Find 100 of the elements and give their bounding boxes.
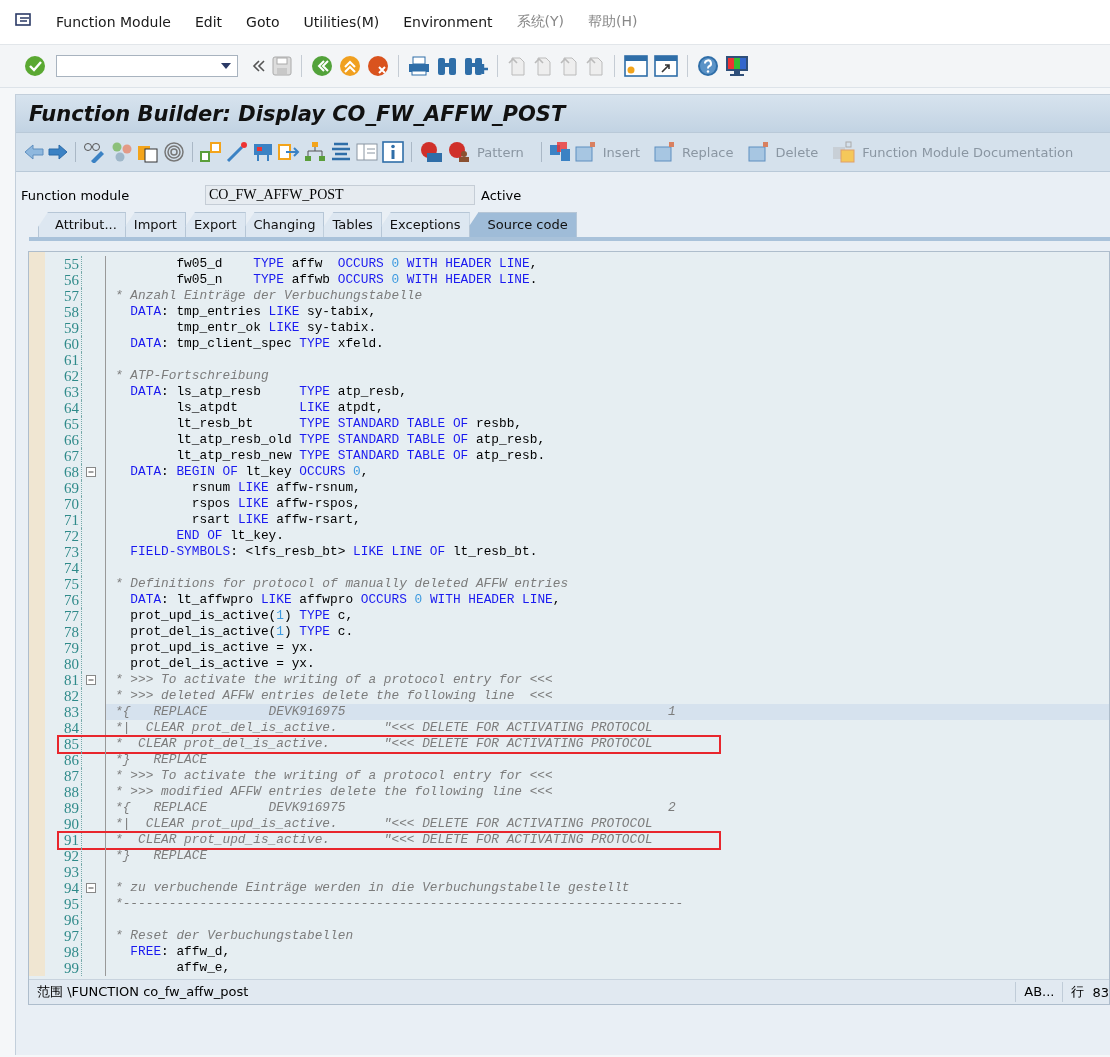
double-chevron-icon[interactable]	[252, 59, 266, 73]
tab[interactable]: Source code	[468, 212, 577, 237]
collapse-icon[interactable]	[86, 467, 96, 477]
code-line: prot_del_is_active(1) TYPE c.	[129, 624, 355, 640]
left-arrow-icon[interactable]	[24, 143, 44, 161]
line-number: 69	[45, 480, 82, 496]
code-line: DATA: tmp_client_spec TYPE xfeld.	[129, 336, 385, 352]
line-number: 60	[45, 336, 82, 352]
back-icon[interactable]	[311, 55, 333, 77]
line-number: 86	[45, 752, 82, 768]
tab[interactable]: Exceptions	[380, 212, 470, 237]
line-number: 79	[45, 640, 82, 656]
code-line: * >>> To activate the writing of a protocol entry for <<<	[114, 672, 554, 688]
code-line: prot_upd_is_active = yx.	[129, 640, 316, 656]
square-icon[interactable]	[654, 141, 677, 163]
field-label: Function module	[21, 187, 131, 203]
code-line: rspos LIKE affw-rspos,	[190, 496, 362, 512]
stack-icon[interactable]	[330, 141, 352, 163]
info-icon[interactable]	[382, 141, 404, 163]
line-number: 66	[45, 432, 82, 448]
code-line: FIELD-SYMBOLS: <lfs_resb_bt> LIKE LINE OF lt_resb_bt.	[129, 544, 539, 560]
status-text: Active	[481, 187, 522, 203]
tab[interactable]: Attribut...	[38, 212, 126, 237]
menu-item[interactable]: Environment	[391, 14, 505, 30]
line-number: 64	[45, 400, 82, 416]
line-number: 82	[45, 688, 82, 704]
tab[interactable]: Changing	[244, 212, 325, 237]
line-number: 59	[45, 320, 82, 336]
box-arrow-icon[interactable]	[278, 141, 300, 163]
line-number: 62	[45, 368, 82, 384]
tab[interactable]: Tables	[323, 212, 382, 237]
code-line: DATA: lt_affwpro LIKE affwpro OCCURS 0 WITH HEADER LINE,	[129, 592, 562, 608]
right-arrow-icon[interactable]	[48, 143, 68, 161]
line-number: 99	[45, 960, 82, 976]
line-number: 92	[45, 848, 82, 864]
line-number: 84	[45, 720, 82, 736]
line-number: 80	[45, 656, 82, 672]
line-number: 88	[45, 784, 82, 800]
check-icon[interactable]	[24, 55, 46, 77]
spiral-icon[interactable]	[163, 141, 185, 163]
dropdown-caret-icon[interactable]	[221, 63, 231, 69]
code-line: prot_del_is_active = yx.	[129, 656, 316, 672]
line-number: 83	[45, 704, 82, 720]
monitor-icon[interactable]	[725, 55, 749, 77]
code-line: * CLEAR prot_upd_is_active. "<<< DELETE FOR ACTIVATING PROTOCOL	[114, 832, 654, 848]
code-line: *-------------------------------------------------------------------------	[114, 896, 685, 912]
line-number: 57	[45, 288, 82, 304]
menu-item[interactable]: Utilities(M)	[291, 14, 392, 30]
collapse-icon[interactable]	[86, 675, 96, 685]
tab[interactable]: Export	[184, 212, 246, 237]
menu-item[interactable]: Goto	[234, 14, 292, 30]
line-number: 90	[45, 816, 82, 832]
line-number: 96	[45, 912, 82, 928]
binoculars-icon[interactable]	[436, 55, 458, 77]
code-line: FREE: affw_d,	[129, 944, 232, 960]
line-number: 70	[45, 496, 82, 512]
code-line: * zu verbuchende Einträge werden in die Verbuchungstabelle gestellt	[114, 880, 631, 896]
multi-square-icon[interactable]	[548, 141, 571, 163]
line-number: 89	[45, 800, 82, 816]
new-window-icon[interactable]	[624, 55, 648, 77]
line-number: 78	[45, 624, 82, 640]
line-number: 65	[45, 416, 82, 432]
printer-icon[interactable]	[408, 56, 430, 76]
line-number: 97	[45, 928, 82, 944]
line-number: 55	[45, 256, 82, 272]
code-line: rsnum LIKE affw-rsnum,	[190, 480, 362, 496]
save-icon[interactable]	[272, 56, 292, 76]
line-number: 56	[45, 272, 82, 288]
square-icon[interactable]	[574, 141, 597, 163]
code-line: ls_atpdt LIKE atpdt,	[175, 400, 385, 416]
line-number: 67	[45, 448, 82, 464]
collapse-icon[interactable]	[86, 883, 96, 893]
line-number: 71	[45, 512, 82, 528]
shortcut-icon[interactable]	[654, 55, 678, 77]
hierarchy-icon[interactable]	[304, 141, 326, 163]
glasses-pencil-icon[interactable]	[83, 141, 107, 163]
menu-item[interactable]: Function Module	[44, 14, 183, 30]
code-line: affw_e,	[175, 960, 232, 976]
command-field[interactable]	[56, 55, 238, 77]
code-line: *| CLEAR prot_del_is_active. "<<< DELETE FOR ACTIVATING PROTOCOL	[114, 720, 654, 736]
line-label: 行	[1062, 982, 1093, 1002]
tab[interactable]: Import	[124, 212, 186, 237]
code-line: *{ REPLACE DEVK916975 2	[114, 800, 677, 816]
line-number: 61	[45, 352, 82, 368]
menu-item[interactable]: Edit	[182, 14, 235, 30]
code-line: * ATP-Fortschreibung	[114, 368, 270, 384]
help-icon[interactable]	[697, 55, 719, 77]
line-number: 85	[45, 736, 82, 752]
wand-icon[interactable]	[226, 141, 248, 163]
line-number: 81	[45, 672, 82, 688]
binoculars-plus-icon[interactable]	[464, 55, 488, 77]
line-number: 72	[45, 528, 82, 544]
exit-icon[interactable]	[339, 55, 361, 77]
square-icon[interactable]	[747, 141, 770, 163]
function-module-field[interactable]: CO_FW_AFFW_POST	[205, 185, 475, 205]
blocks-icon[interactable]	[200, 141, 222, 163]
line-number: 87	[45, 768, 82, 784]
mode-text: AB...	[1015, 982, 1063, 1002]
code-line: END OF lt_key.	[175, 528, 285, 544]
cancel-icon[interactable]	[367, 55, 389, 77]
